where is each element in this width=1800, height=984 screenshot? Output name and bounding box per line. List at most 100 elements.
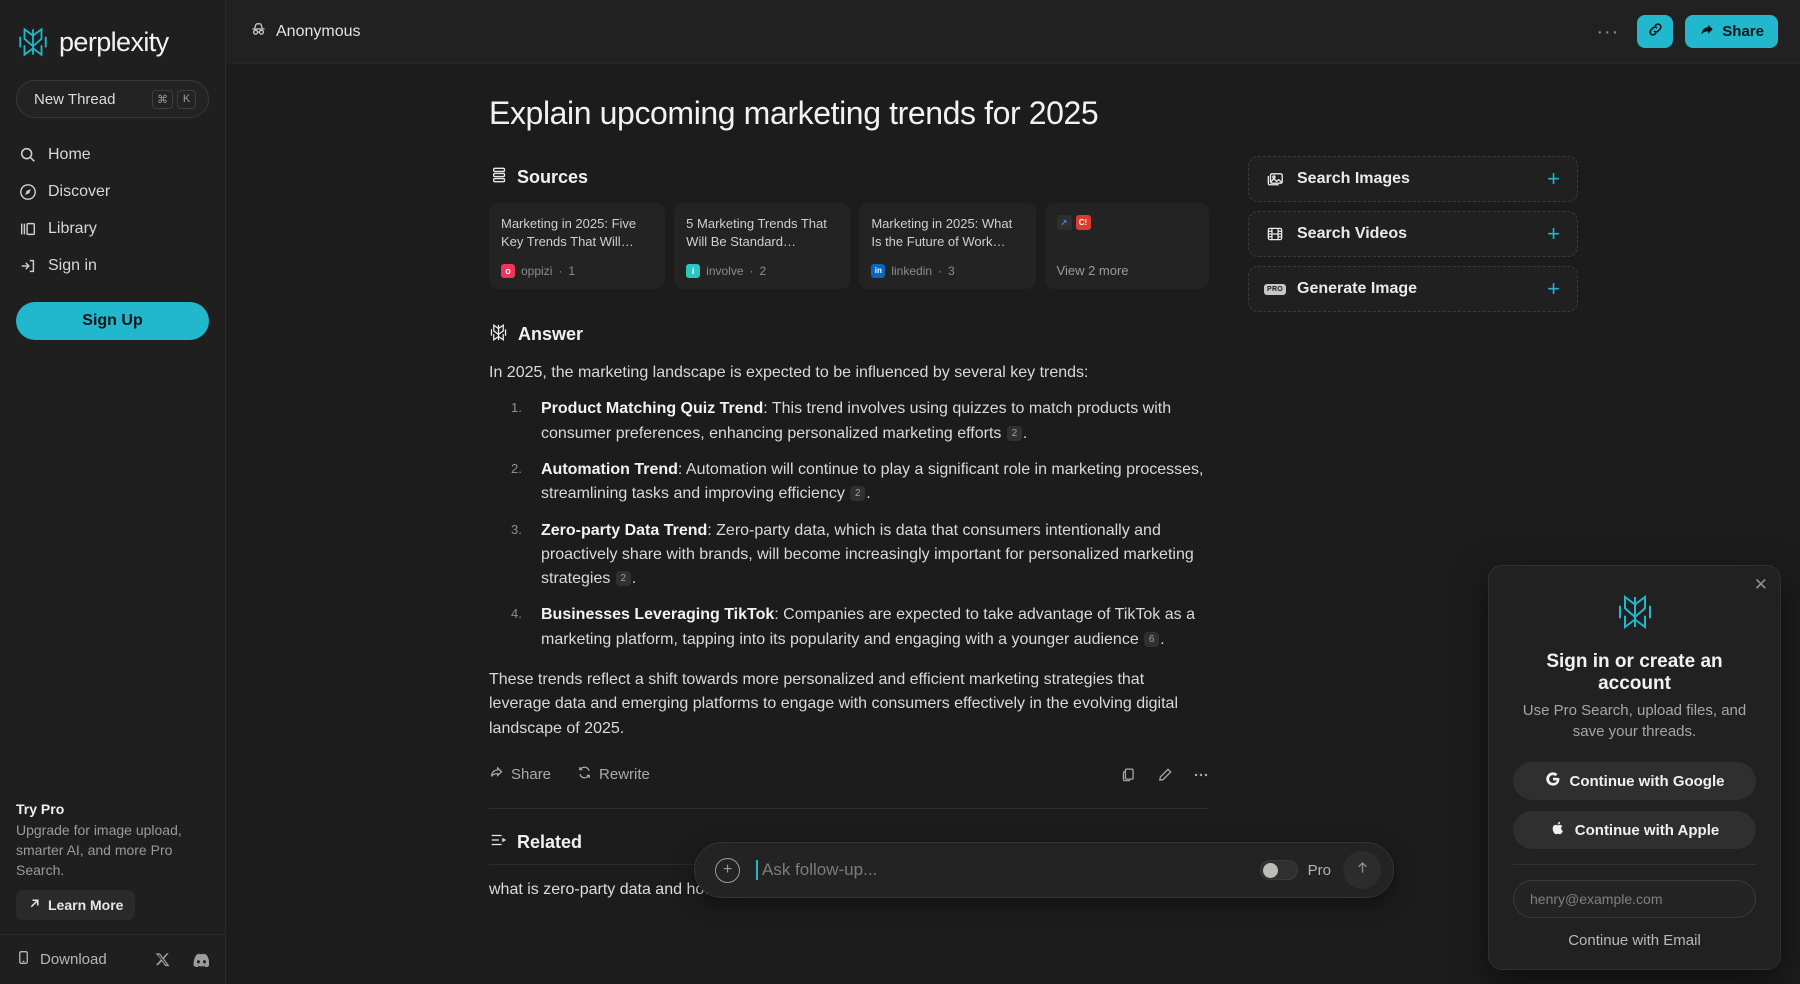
video-icon (1266, 225, 1284, 243)
list-item: Automation Trend: Automation will contin… (489, 458, 1209, 507)
search-images-label: Search Images (1297, 170, 1410, 187)
sidebar-item-signin[interactable]: Sign in (0, 247, 225, 284)
new-thread-shortcut: ⌘ K (152, 89, 196, 109)
brand[interactable]: perplexity (0, 0, 225, 62)
new-thread-label: New Thread (34, 90, 116, 108)
answer-share-label: Share (511, 766, 552, 784)
trend-name: Businesses Leveraging TikTok (541, 606, 775, 624)
search-videos-label: Search Videos (1297, 225, 1407, 242)
citation-badge[interactable]: 2 (850, 486, 866, 502)
citation-badge[interactable]: 2 (615, 571, 631, 587)
view-more-sources-button[interactable]: ↗ C! View 2 more (1044, 203, 1209, 289)
x-icon[interactable] (155, 952, 170, 967)
add-icon[interactable]: + (1547, 223, 1560, 245)
followup-input[interactable] (756, 860, 1260, 880)
topbar-actions: ··· Share (1590, 15, 1778, 48)
modal-title: Sign in or create an account (1546, 651, 1723, 695)
try-pro-description: Upgrade for image upload, smarter AI, an… (16, 822, 182, 879)
source-index: 3 (948, 263, 955, 278)
discord-icon[interactable] (192, 953, 209, 967)
sidebar-footer: Download (0, 934, 225, 984)
answer-body: In 2025, the marketing landscape is expe… (489, 361, 1209, 741)
answer-column: Explain upcoming marketing trends for 20… (489, 64, 1209, 913)
trend-name: Product Matching Quiz Trend (541, 400, 764, 418)
sidebar-item-label-signin: Sign in (48, 256, 97, 274)
ellipsis-icon[interactable] (1193, 767, 1209, 783)
search-videos-button[interactable]: Search Videos + (1248, 211, 1578, 257)
source-meta: i involve · 2 (686, 263, 838, 278)
try-pro-title: Try Pro (16, 801, 65, 818)
source-card[interactable]: Marketing in 2025: What Is the Future of… (859, 203, 1036, 289)
rewrite-button[interactable]: Rewrite (577, 765, 650, 784)
favicon-icon: in (871, 263, 886, 278)
trend-name: Automation Trend (541, 460, 678, 478)
section-divider (489, 808, 1209, 810)
more-options-button[interactable]: ··· (1590, 22, 1625, 42)
generate-image-button[interactable]: PRO Generate Image + (1248, 266, 1578, 312)
followup-bar[interactable]: + Pro (694, 842, 1394, 898)
share-label: Share (1722, 23, 1764, 40)
source-card[interactable]: 5 Marketing Trends That Will Be Standard… (674, 203, 851, 289)
app-root: perplexity New Thread ⌘ K Home Discover (0, 0, 1800, 984)
send-button[interactable] (1343, 851, 1381, 889)
citation-badge[interactable]: 2 (1006, 425, 1022, 441)
red-badge-icon: C! (1075, 215, 1091, 231)
copy-icon[interactable] (1121, 767, 1137, 783)
answer-label: Answer (518, 324, 584, 345)
sidebar-nav: Home Discover Library Sign in (0, 136, 225, 284)
source-title: Marketing in 2025: Five Key Trends That … (501, 216, 637, 249)
source-card[interactable]: Marketing in 2025: Five Key Trends That … (489, 203, 666, 289)
compass-icon (18, 182, 37, 201)
anonymous-user[interactable]: Anonymous (250, 21, 361, 43)
rewrite-label: Rewrite (599, 766, 650, 784)
arrow-up-icon (1354, 859, 1371, 881)
continue-with-google-button[interactable]: Continue with Google (1513, 762, 1756, 800)
continue-email-label: Continue with Email (1568, 932, 1701, 949)
edit-icon[interactable] (1157, 767, 1173, 783)
sidebar-item-label-home: Home (48, 145, 91, 163)
source-index: 1 (568, 263, 576, 278)
sidebar-item-home[interactable]: Home (0, 136, 225, 173)
source-title: Marketing in 2025: What Is the Future of… (871, 216, 1013, 249)
sign-up-button[interactable]: Sign Up (16, 302, 209, 340)
source-site: linkedin (891, 263, 933, 278)
share-button[interactable]: Share (1685, 15, 1778, 48)
rewrite-icon (577, 765, 592, 784)
sidebar-item-library[interactable]: Library (0, 210, 225, 247)
email-field[interactable] (1513, 880, 1756, 918)
search-images-button[interactable]: Search Images + (1248, 156, 1578, 202)
continue-with-email-button[interactable]: Continue with Email (1513, 932, 1756, 949)
continue-with-apple-button[interactable]: Continue with Apple (1513, 811, 1756, 849)
sign-in-icon (18, 256, 37, 275)
add-icon[interactable]: + (1547, 168, 1560, 190)
answer-header: Answer (489, 323, 1209, 347)
share-arrow-icon (1699, 22, 1715, 42)
learn-more-button[interactable]: Learn More (16, 890, 136, 920)
pro-toggle[interactable] (1259, 860, 1298, 880)
close-icon[interactable]: ✕ (1754, 576, 1768, 593)
new-thread-button[interactable]: New Thread ⌘ K (16, 80, 209, 118)
download-button[interactable]: Download (16, 950, 107, 969)
list-item: Product Matching Quiz Trend: This trend … (489, 397, 1209, 446)
topbar: Anonymous ··· Share (226, 0, 1800, 64)
attach-plus-icon[interactable]: + (715, 857, 740, 883)
citation-badge[interactable]: 6 (1144, 631, 1160, 647)
main-area: Anonymous ··· Share Explain upcoming mar… (226, 0, 1800, 984)
source-site: oppizi (521, 263, 553, 278)
incognito-icon (250, 21, 267, 43)
try-pro-panel: Try Pro Upgrade for image upload, smarte… (0, 801, 225, 934)
pro-badge-icon: PRO (1263, 280, 1287, 298)
sources-icon (489, 166, 507, 189)
sources-label: Sources (517, 167, 589, 188)
sidebar-item-discover[interactable]: Discover (0, 173, 225, 210)
view-more-label: View 2 more (1056, 262, 1129, 278)
list-item: Businesses Leveraging TikTok: Companies … (489, 603, 1209, 652)
copy-link-button[interactable] (1637, 15, 1674, 48)
more-source-icons: ↗ C! (1056, 215, 1197, 231)
answer-share-button[interactable]: Share (489, 765, 551, 784)
favicon-icon: o (501, 263, 515, 278)
add-icon[interactable]: + (1547, 278, 1560, 300)
learn-more-label: Learn More (48, 897, 124, 913)
source-meta: in linkedin · 3 (871, 263, 1023, 278)
